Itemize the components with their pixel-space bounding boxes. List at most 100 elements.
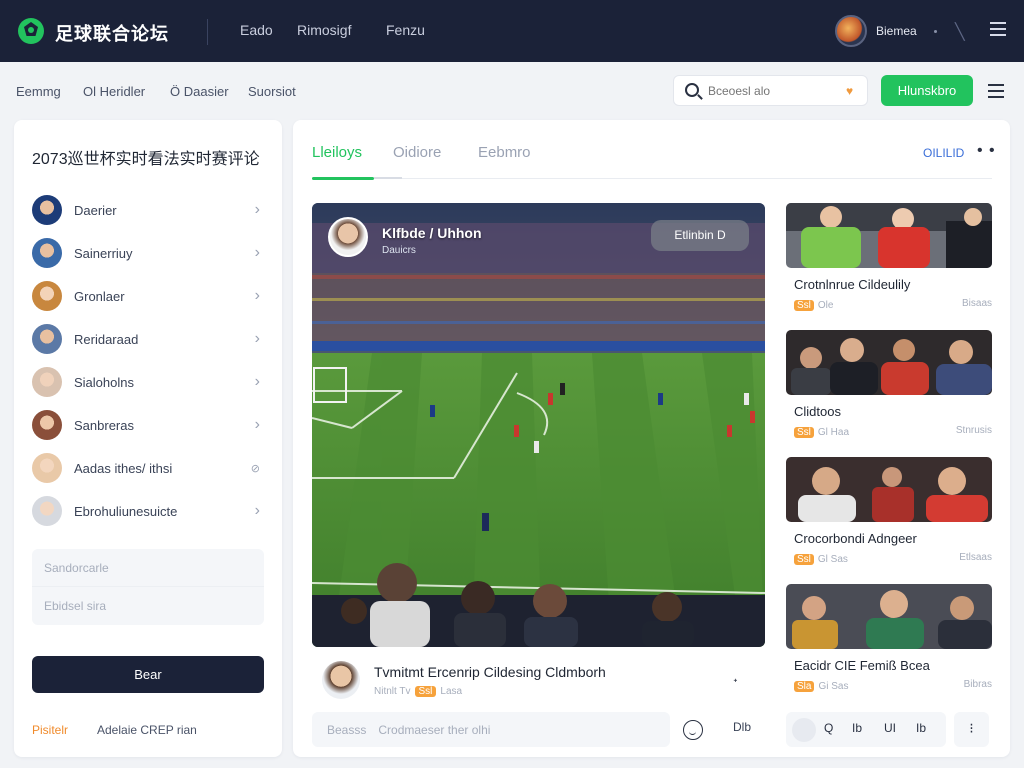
user-row[interactable]: Reridaraad › xyxy=(32,324,264,358)
logo-icon[interactable] xyxy=(16,16,46,46)
toolbar-item-search[interactable]: Q xyxy=(824,721,833,735)
card-image xyxy=(786,330,992,395)
chevron-right-icon: › xyxy=(254,201,260,218)
toolbar-item-3[interactable]: UI xyxy=(884,721,896,735)
card-image xyxy=(786,203,992,268)
user-row[interactable]: Daerier › xyxy=(32,195,264,229)
user-row[interactable]: Sainerriuy › xyxy=(32,238,264,272)
card-meta: Ssl Gl Sas xyxy=(794,554,848,565)
user-row[interactable]: Sanbreras › xyxy=(32,410,264,444)
search-icon xyxy=(685,83,699,97)
comment-input[interactable]: Beasss Crodmaeser ther olhi xyxy=(312,712,670,747)
search-box[interactable]: ♥ xyxy=(673,75,868,106)
user-row[interactable]: Aadas ithes/ ithsi ⊘ xyxy=(32,453,264,487)
user-name: Sialoholns xyxy=(74,375,134,390)
user-avatar[interactable] xyxy=(835,15,867,47)
avatar xyxy=(32,496,62,526)
submit-button[interactable]: Bear xyxy=(32,656,264,693)
user-name: Sanbreras xyxy=(74,418,134,433)
stream-subtitle: Dauicrs xyxy=(382,245,416,256)
top-nav-item-3[interactable]: Fenzu xyxy=(386,22,425,38)
toolbar-item-2[interactable]: Ib xyxy=(852,721,862,735)
stadium-scene xyxy=(312,203,765,647)
tab-3[interactable]: Eebmro xyxy=(478,144,531,161)
user-name: Reridaraad xyxy=(74,332,139,347)
tab-2[interactable]: Oidiore xyxy=(393,144,441,161)
card-time: Bibras xyxy=(963,679,992,690)
chevron-right-icon: › xyxy=(254,330,260,347)
gift-label[interactable]: Dlb xyxy=(733,720,751,734)
card-tag: Ssl xyxy=(794,554,814,565)
tab-divider xyxy=(312,178,992,179)
emoji-icon[interactable] xyxy=(683,720,703,740)
toolbar-item-4[interactable]: Ib xyxy=(916,721,926,735)
card-time: Stnrusis xyxy=(955,425,992,436)
card-meta-text: Gl Sas xyxy=(817,554,848,565)
toolbar-avatar[interactable] xyxy=(792,718,816,742)
subnav-item-3[interactable]: Ö Daasier xyxy=(170,84,229,99)
card-meta: Sla Gi Sas xyxy=(794,681,848,692)
avatar xyxy=(32,195,62,225)
brand-name[interactable]: 足球联合论坛 xyxy=(55,20,169,46)
chevron-right-icon: › xyxy=(254,416,260,433)
secondary-menu-icon[interactable] xyxy=(988,84,1004,98)
follow-pill-button[interactable]: Etlinbin D xyxy=(651,220,749,251)
caption-meta-left: Nitnlt Tv xyxy=(374,686,411,697)
live-stream-video[interactable]: Klfbde / Uhhon Dauicrs Etlinbin D xyxy=(312,203,765,647)
text-field-top[interactable]: Sandorcarle xyxy=(32,549,264,587)
user-name: Aadas ithes/ ithsi xyxy=(74,461,173,476)
avatar xyxy=(32,453,62,483)
user-name: Sainerriuy xyxy=(74,246,133,261)
card-meta: Ssl Gl Haa xyxy=(794,427,849,438)
avatar xyxy=(32,238,62,268)
comment-placeholder-2: Crodmaeser ther olhi xyxy=(378,723,491,737)
comment-placeholder-1: Beasss xyxy=(327,723,367,737)
subnav-item-1[interactable]: Eemmg xyxy=(16,84,61,99)
more-options-icon[interactable]: • • xyxy=(977,142,996,160)
stream-caption-title: Tvmitmt Ercenrip Cildesing Cldmborh xyxy=(374,664,606,680)
tab-1[interactable]: Lleiloys xyxy=(312,144,362,161)
card-time: Bisaas xyxy=(961,298,992,309)
chevron-right-icon: › xyxy=(254,244,260,261)
user-name: Ebrohuliunesuicte xyxy=(74,504,178,519)
subnav-item-4[interactable]: Suorsiot xyxy=(248,84,296,99)
card-image xyxy=(786,457,992,522)
tab-action-link[interactable]: OILILID xyxy=(923,146,964,160)
user-row[interactable]: Ebrohuliunesuicte › xyxy=(32,496,264,530)
active-tab-indicator xyxy=(312,177,374,180)
card-tag: Sla xyxy=(794,681,815,692)
chevron-right-icon: › xyxy=(254,373,260,390)
link-icon: ⊘ xyxy=(250,463,260,475)
hamburger-menu-icon[interactable] xyxy=(990,22,1006,36)
card-title: Clidtoos xyxy=(794,404,841,419)
chevron-right-icon: › xyxy=(254,502,260,519)
heart-icon[interactable]: ♥ xyxy=(846,84,853,98)
card-meta: Ssl Ole xyxy=(794,300,833,311)
user-name: Gronlaer xyxy=(74,289,125,304)
status-dot xyxy=(934,30,937,33)
notification-icon[interactable]: ╲ xyxy=(955,22,965,42)
text-field-bottom[interactable]: Ebidsel sira xyxy=(32,587,264,625)
card-tag: Ssl xyxy=(794,300,814,311)
panel-title: 2073巡世杯实时看法实时赛评论 xyxy=(32,151,260,168)
user-row[interactable]: Gronlaer › xyxy=(32,281,264,315)
caption-tag: Ssl xyxy=(414,686,437,697)
expand-icon[interactable]: ᐩ xyxy=(733,676,738,690)
subnav-item-2[interactable]: Ol Heridler xyxy=(83,84,145,99)
top-navbar: 足球联合论坛 Eado Rimosigf Fenzu Biemea ╲ xyxy=(0,0,1024,62)
top-nav-item-1[interactable]: Eado xyxy=(240,22,273,38)
avatar xyxy=(32,324,62,354)
card-title: Crotnlnrue Cildeulily xyxy=(794,277,911,292)
card-meta-text: Gi Sas xyxy=(818,681,849,692)
user-row[interactable]: Sialoholns › xyxy=(32,367,264,401)
search-input[interactable] xyxy=(708,82,838,100)
left-panel: 2073巡世杯实时看法实时赛评论 Daerier › Sainerriuy › … xyxy=(14,120,282,757)
username[interactable]: Biemea xyxy=(876,24,917,38)
card-meta-text: Gl Haa xyxy=(817,427,850,438)
streamer-avatar[interactable] xyxy=(328,217,368,257)
vertical-more-icon[interactable]: ⁝ xyxy=(954,712,989,747)
top-nav-item-2[interactable]: Rimosigf xyxy=(297,22,351,38)
caption-avatar[interactable] xyxy=(322,661,360,699)
footer-link[interactable]: Pisitelr xyxy=(32,723,68,737)
primary-action-button[interactable]: Hlunskbro xyxy=(881,75,973,106)
